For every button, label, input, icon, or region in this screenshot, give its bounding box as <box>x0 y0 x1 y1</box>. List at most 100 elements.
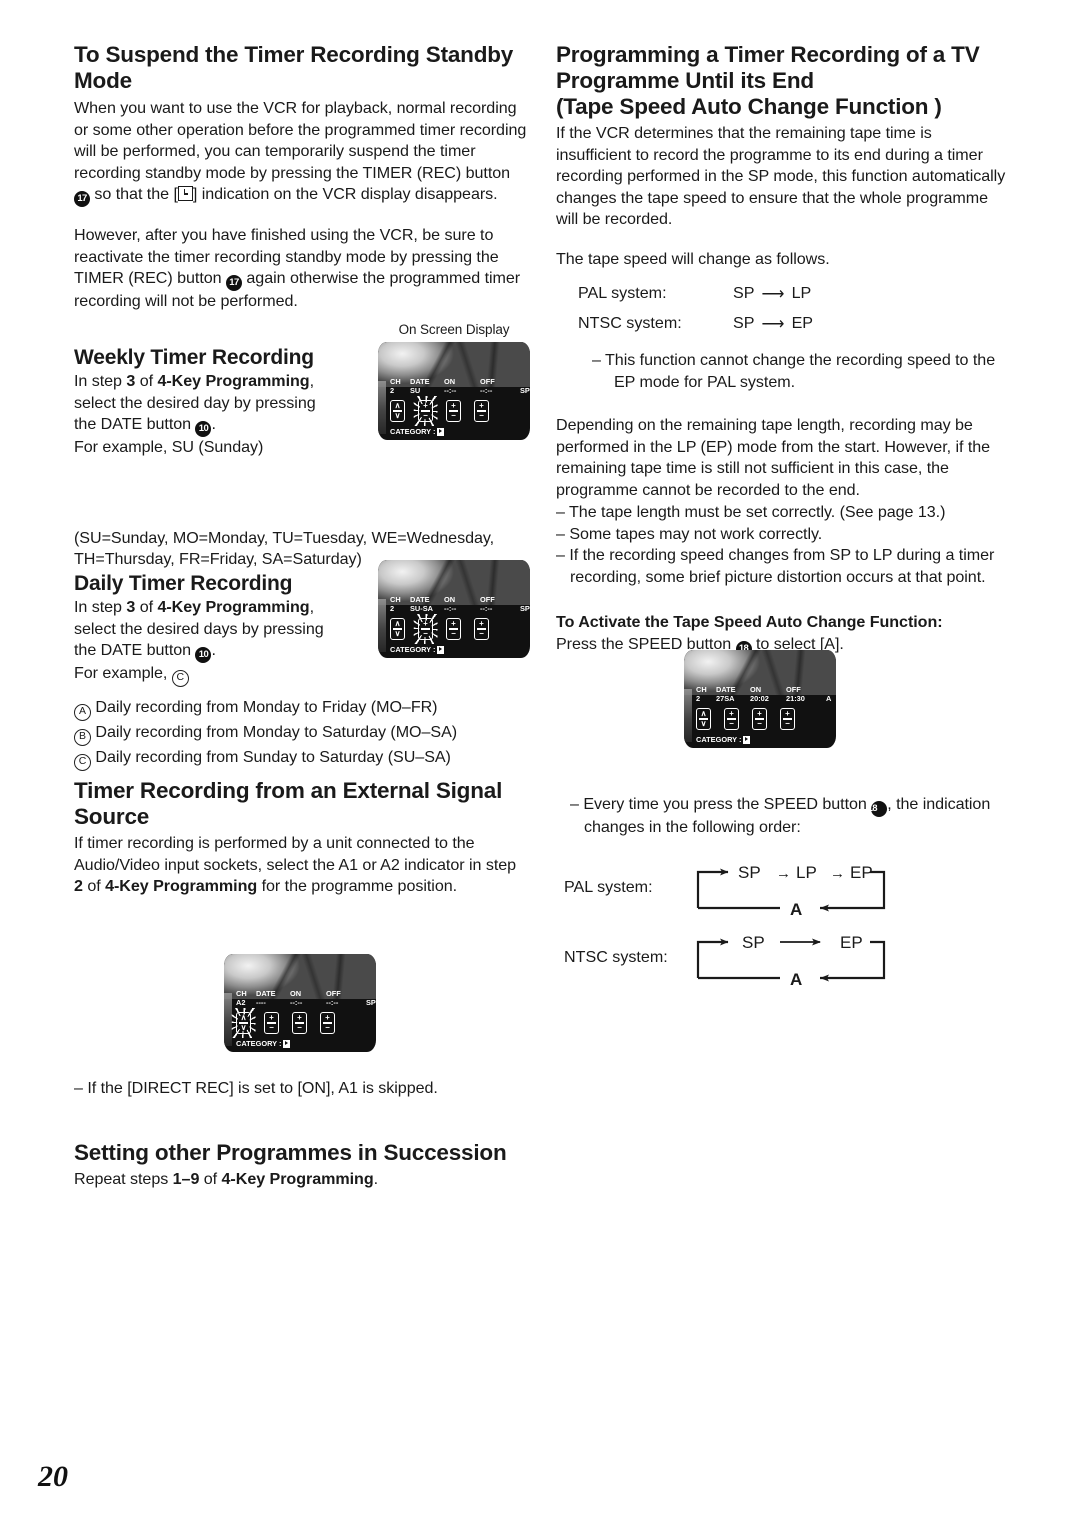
osd-value-off: --:-- <box>326 998 339 1008</box>
osd-key-up-down: ∧ ∨ <box>236 1012 251 1034</box>
osd-header-on: ON <box>290 989 302 999</box>
osd-screen-weekly: CH DATE ON OFF 2 SU --:-- --:-- SP ∧ ∨ + − + − + − CATEGO… <box>378 342 530 440</box>
osd-header-off: OFF <box>326 989 341 999</box>
osd-header-off: OFF <box>480 595 495 605</box>
osd-category-symbol-icon <box>743 735 751 744</box>
timer-rec-button-17-icon-2: 17 <box>225 275 242 292</box>
svg-text:SP: SP <box>738 863 761 882</box>
osd-header-row: CH DATE ON OFF <box>224 990 376 998</box>
osd-value-row: 2 SU-SA --:-- --:-- SP <box>378 605 530 613</box>
osd-overlay: CH DATE ON OFF 2 SU --:-- --:-- SP ∧ ∨ + − + − + − CATEGO… <box>378 378 530 440</box>
osd-header-date: DATE <box>716 685 736 695</box>
speed-row-pal: PAL system: SP ⟶ LP <box>556 284 1011 304</box>
osd-value-date: SU <box>410 386 421 396</box>
tape-speed-paragraph-2: The tape speed will change as follows. <box>556 249 830 268</box>
direct-rec-note: – If the [DIRECT REC] is set to [ON], A1… <box>74 1079 438 1097</box>
pal-ep-note-text: – This function cannot change the record… <box>592 351 996 391</box>
suspend-paragraph-2: However, after you have finished using t… <box>74 225 529 312</box>
daily-line1-b: of <box>135 598 158 617</box>
ntsc-speed-cycle-diagram: NTSC system: SP EP A <box>556 928 1011 990</box>
bullet-1: – The tape length must be set correctly.… <box>556 502 1011 523</box>
osd-value-speed: SP <box>520 604 530 614</box>
osd-key-row: ∧ ∨ + − + − + − <box>378 400 530 422</box>
daily-timer-block: Daily Timer Recording In step 3 of 4-Key… <box>74 572 374 688</box>
succession-instruction: Repeat steps 1–9 of 4-Key Programming. <box>74 1169 534 1190</box>
osd-value-on: 20:02 <box>750 694 769 704</box>
svg-text:EP: EP <box>850 863 873 882</box>
osd-key-up-down: ∧ ∨ <box>696 708 711 730</box>
osd-header-on: ON <box>750 685 762 695</box>
tape-speed-heading-line2: Programme Until its End <box>556 68 814 94</box>
weekly-line2: select the desired day by pressing <box>74 393 316 412</box>
arrow-right-icon: ⟶ <box>761 285 785 304</box>
arrow-right-icon-2: ⟶ <box>761 315 785 334</box>
succession-programming-label: 4-Key Programming <box>221 1170 374 1189</box>
osd-autospeed-wrap: CH DATE ON OFF 2 27SA 20:02 21:30 A ∧ ∨ + − + − + − CATEG… <box>684 650 836 748</box>
osd-category-label: CATEGORY : <box>390 427 436 436</box>
osd-value-speed: A <box>826 694 832 704</box>
osd-value-ch: A2 <box>236 998 246 1008</box>
right-column: Programming a Timer Recording of a TV Pr… <box>556 42 1011 989</box>
osd-value-speed: SP <box>366 998 376 1008</box>
weekly-line4-example: For example, SU (Sunday) <box>74 438 264 457</box>
external-para-b: of <box>82 877 106 896</box>
section-heading-daily-timer: Daily Timer Recording <box>74 572 293 595</box>
external-para-a: If timer recording is performed by a uni… <box>74 834 517 874</box>
osd-key-plus-minus: + − <box>474 618 489 640</box>
osd-value-on: --:-- <box>444 604 457 614</box>
section-heading-suspend-timer: To Suspend the Timer Recording Standby M… <box>74 42 514 94</box>
ntsc-cycle-svg: SP EP A <box>696 933 886 989</box>
osd-external-wrap: CH DATE ON OFF A2 ---- --:-- --:-- SP ∧ ∨ + − + − + − CAT… <box>224 954 376 1052</box>
osd-key-row: ∧ ∨ + − + − + − <box>684 708 836 730</box>
osd-key-plus-minus: + − <box>724 708 739 730</box>
daily-line3-b: . <box>211 641 216 660</box>
osd-screen-daily: CH DATE ON OFF 2 SU-SA --:-- --:-- SP ∧ ∨ + − + − + − CAT… <box>378 560 530 658</box>
osd-key-up-down: ∧ ∨ <box>390 400 405 422</box>
osd-value-ch: 2 <box>390 604 395 614</box>
daily-step-number: 3 <box>126 598 136 617</box>
osd-header-row: CH DATE ON OFF <box>684 686 836 694</box>
osd-header-ch: CH <box>390 595 401 605</box>
osd-overlay: CH DATE ON OFF 2 SU-SA --:-- --:-- SP ∧ ∨ + − + − + − CAT… <box>378 596 530 658</box>
suspend-paragraph-1: When you want to use the VCR for playbac… <box>74 98 529 208</box>
bullet-3: – If the recording speed changes from SP… <box>556 545 1011 588</box>
osd-header-ch: CH <box>390 377 401 387</box>
osd-category-row: CATEGORY : <box>378 645 530 654</box>
pal-ep-note: – This function cannot change the record… <box>556 350 1011 393</box>
daily-programming-label: 4-Key Programming <box>157 598 310 617</box>
svg-text:LP: LP <box>796 863 817 882</box>
daily-line1-c: , <box>309 598 314 617</box>
osd-key-plus-minus: + − <box>474 400 489 422</box>
manual-page: To Suspend the Timer Recording Standby M… <box>0 0 1080 1526</box>
osd-category-label: CATEGORY : <box>696 735 742 744</box>
bullet-2: – Some tapes may not work correctly. <box>556 524 1011 545</box>
date-button-10-icon: 10 <box>195 421 212 438</box>
osd-key-plus-minus: + − <box>446 618 461 640</box>
tape-speed-bullets: – The tape length must be set correctly.… <box>556 502 1011 588</box>
external-source-block: Timer Recording from an External Signal … <box>74 778 524 898</box>
osd-value-ch: 2 <box>390 386 395 396</box>
osd-value-date: SU-SA <box>410 604 433 614</box>
svg-text:→: → <box>776 865 791 882</box>
section-heading-succession: Setting other Programmes in Succession <box>74 1140 507 1165</box>
osd-header-off: OFF <box>786 685 801 695</box>
tape-speed-heading-line3: (Tape Speed Auto Change Function ) <box>556 94 942 120</box>
option-row-a: A Daily recording from Monday to Friday … <box>74 696 514 721</box>
succession-line-b: of <box>199 1170 222 1189</box>
svg-text:A: A <box>790 900 802 919</box>
daily-line3-a: the DATE button <box>74 641 196 660</box>
section-heading-tape-speed-auto-change: Programming a Timer Recording of a TV Pr… <box>556 42 1011 120</box>
osd-category-symbol-icon <box>283 1039 291 1048</box>
osd-screen-autospeed: CH DATE ON OFF 2 27SA 20:02 21:30 A ∧ ∨ + − + − + − CATEG… <box>684 650 836 748</box>
osd-header-ch: CH <box>236 989 247 999</box>
osd-value-off: 21:30 <box>786 694 805 704</box>
speed-row-pal-to: LP <box>791 284 812 303</box>
osd-daily-wrap: CH DATE ON OFF 2 SU-SA --:-- --:-- SP ∧ ∨ + − + − + − CAT… <box>378 560 530 658</box>
succession-steps: 1–9 <box>172 1170 200 1189</box>
option-row-c: C Daily recording from Sunday to Saturda… <box>74 746 514 771</box>
option-text-c: Daily recording from Sunday to Saturday … <box>95 748 451 766</box>
weekly-line1-c: , <box>309 372 314 391</box>
osd-value-row: A2 ---- --:-- --:-- SP <box>224 999 376 1007</box>
osd-category-label: CATEGORY : <box>390 645 436 654</box>
bullet-3-text: – If the recording speed changes from SP… <box>556 546 995 586</box>
